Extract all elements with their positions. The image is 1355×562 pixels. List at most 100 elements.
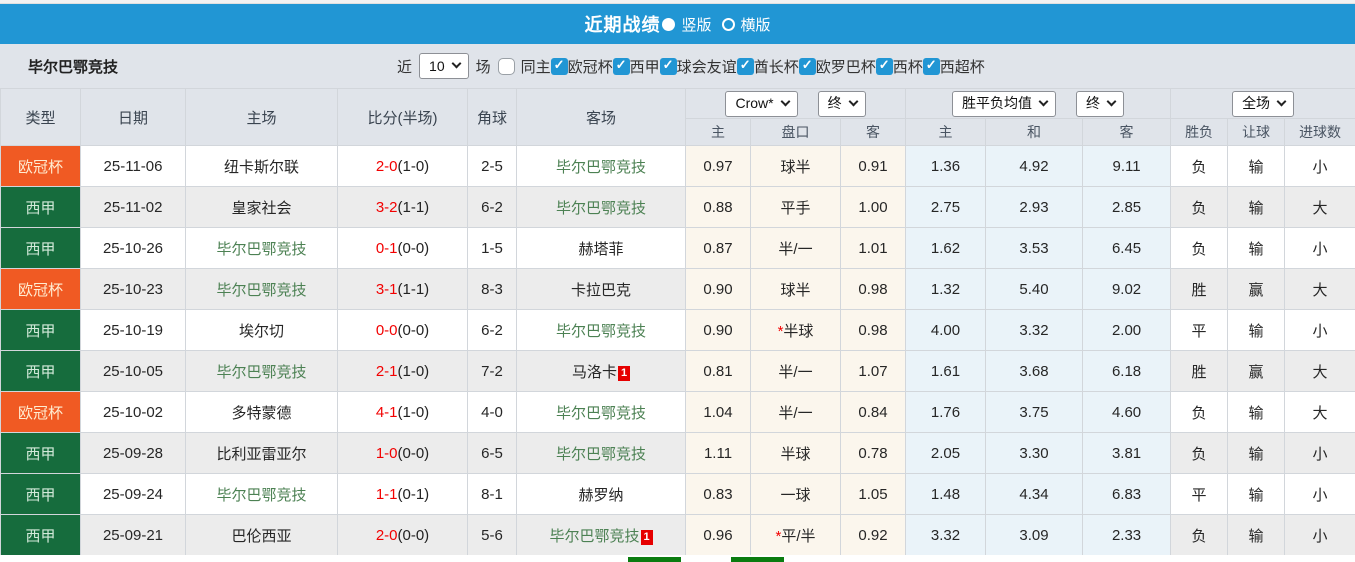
match-score: 1-1(0-1) [337, 473, 468, 515]
halftime-score: (0-0) [397, 526, 430, 544]
checkbox-checked-icon[interactable] [550, 57, 568, 75]
away-team: 毕尔巴鄂竞技 [516, 309, 686, 351]
result-row: 西甲 25-10-26 毕尔巴鄂竞技 0-1(0-0) 1-5 赫塔菲 0.87… [0, 227, 1355, 269]
result-row: 欧冠杯 25-11-06 纽卡斯尔联 2-0(1-0) 2-5 毕尔巴鄂竞技 0… [0, 145, 1355, 187]
handicap-odds-home: 0.83 [685, 473, 751, 515]
away-team-name: 毕尔巴鄂竞技 [555, 404, 646, 422]
competition-filter[interactable]: 西甲 [612, 56, 660, 77]
corners-score: 4-0 [467, 391, 517, 433]
fulltime-score: 0-0 [375, 321, 398, 339]
avg-odds-away: 9.11 [1082, 145, 1172, 187]
red-card-badge: 1 [640, 529, 653, 545]
competition-label: 西超杯 [939, 58, 985, 76]
away-team: 赫罗纳 [516, 473, 686, 515]
competition-filter[interactable]: 球会友谊 [659, 56, 737, 77]
avg-odds-draw: 5.40 [985, 268, 1084, 310]
fulltime-score: 3-1 [375, 280, 398, 298]
recent-count-select[interactable]: 10 [419, 53, 469, 79]
checkbox-checked-icon[interactable] [736, 57, 754, 75]
away-team-name: 毕尔巴鄂竞技 [555, 158, 646, 176]
fulltime-score: 2-1 [375, 362, 398, 380]
handicap-odds-away: 1.00 [839, 186, 907, 228]
away-team: 卡拉巴克 [516, 268, 686, 310]
checkbox-unchecked-icon[interactable] [497, 57, 515, 75]
competition-filters: 欧冠杯西甲球会友谊酋长杯欧罗巴杯西杯西超杯 [550, 56, 985, 77]
handicap-odds-away: 1.05 [839, 473, 907, 515]
scope-select-value: 全场 [1242, 95, 1271, 111]
avg-odds-home: 1.48 [905, 473, 987, 515]
handicap-line: 球半 [750, 145, 841, 187]
scope-select[interactable]: 全场 [1232, 90, 1295, 117]
layout-radio-horizontal[interactable]: 横版 [721, 14, 771, 35]
checkbox-checked-icon[interactable] [922, 57, 940, 75]
competition-badge: 西甲 [0, 186, 81, 228]
competition-label: 球会友谊 [676, 58, 737, 76]
chevron-down-icon [1276, 96, 1287, 106]
home-team-name: 多特蒙德 [231, 404, 292, 422]
checkbox-checked-icon[interactable] [612, 57, 630, 75]
competition-filter[interactable]: 欧冠杯 [550, 56, 613, 77]
scope-header-cell: 全场 [1170, 88, 1355, 119]
results-tbody: 欧冠杯 25-11-06 纽卡斯尔联 2-0(1-0) 2-5 毕尔巴鄂竞技 0… [0, 145, 1355, 556]
goals-indicator: 大 [1284, 268, 1355, 310]
away-team-name: 赫罗纳 [578, 486, 624, 504]
match-score: 0-0(0-0) [337, 309, 468, 351]
average-select-value: 胜平负均值 [962, 95, 1033, 111]
home-team: 比利亚雷亚尔 [185, 432, 338, 474]
bookmaker-select[interactable]: Crow* [725, 90, 798, 117]
chevron-down-icon [1038, 96, 1049, 106]
match-date: 25-10-23 [80, 268, 186, 310]
handicap-line: 半/一 [750, 391, 841, 433]
result-indicator: 负 [1170, 514, 1229, 556]
header-date: 日期 [80, 88, 186, 146]
home-team: 毕尔巴鄂竞技 [185, 350, 338, 392]
fulltime-score: 1-0 [375, 444, 398, 462]
match-date: 25-10-26 [80, 227, 186, 269]
handicap-odds-home: 1.04 [685, 391, 751, 433]
fulltime-score: 4-1 [375, 403, 398, 421]
competition-filter[interactable]: 西超杯 [922, 56, 985, 77]
header-away: 客场 [516, 88, 686, 146]
home-team: 皇家社会 [185, 186, 338, 228]
competition-filter[interactable]: 酋长杯 [736, 56, 799, 77]
checkbox-checked-icon[interactable] [798, 57, 816, 75]
home-team-name: 纽卡斯尔联 [223, 158, 299, 176]
subheader-goals: 进球数 [1284, 118, 1355, 146]
match-score: 3-1(1-1) [337, 268, 468, 310]
handicap-line: 平手 [750, 186, 841, 228]
subheader-avg-draw: 和 [985, 118, 1084, 146]
result-row: 欧冠杯 25-10-23 毕尔巴鄂竞技 3-1(1-1) 8-3 卡拉巴克 0.… [0, 268, 1355, 310]
halftime-score: (0-1) [397, 485, 430, 503]
corners-score: 2-5 [467, 145, 517, 187]
filters-group: 近 10 场 同主 欧冠杯西甲球会友谊酋长杯欧罗巴杯西杯西超杯 [390, 53, 985, 79]
match-date: 25-10-19 [80, 309, 186, 351]
average-stage-value: 终 [1086, 95, 1101, 111]
same-home-filter[interactable]: 同主 [497, 56, 551, 77]
bookmaker-stage-select[interactable]: 终 [817, 90, 866, 117]
avg-odds-away: 6.83 [1082, 473, 1172, 515]
match-score: 0-1(0-0) [337, 227, 468, 269]
average-stage-select[interactable]: 终 [1076, 90, 1125, 117]
competition-badge: 西甲 [0, 350, 81, 392]
subheader-avg-home: 主 [905, 118, 987, 146]
layout-radio-vertical[interactable]: 竖版 [662, 14, 712, 35]
goals-indicator: 小 [1284, 432, 1355, 474]
result-row: 西甲 25-10-05 毕尔巴鄂竞技 2-1(1-0) 7-2 马洛卡 1 0.8… [0, 350, 1355, 392]
match-date: 25-09-24 [80, 473, 186, 515]
checkbox-checked-icon[interactable] [875, 57, 893, 75]
home-team-name: 埃尔切 [238, 322, 284, 340]
result-indicator: 负 [1170, 227, 1229, 269]
result-row: 西甲 25-10-19 埃尔切 0-0(0-0) 6-2 毕尔巴鄂竞技 0.90… [0, 309, 1355, 351]
away-team: 毕尔巴鄂竞技 [516, 186, 686, 228]
checkbox-checked-icon[interactable] [659, 57, 677, 75]
corners-score: 6-5 [467, 432, 517, 474]
handicap-result-indicator: 输 [1227, 473, 1286, 515]
subheader-handicap: 盘口 [750, 118, 841, 146]
home-team: 埃尔切 [185, 309, 338, 351]
competition-filter[interactable]: 欧罗巴杯 [798, 56, 876, 77]
average-select[interactable]: 胜平负均值 [952, 90, 1057, 117]
subheader-avg-away: 客 [1082, 118, 1172, 146]
avg-odds-draw: 4.34 [985, 473, 1084, 515]
competition-filter[interactable]: 西杯 [875, 56, 923, 77]
goals-indicator: 小 [1284, 473, 1355, 515]
